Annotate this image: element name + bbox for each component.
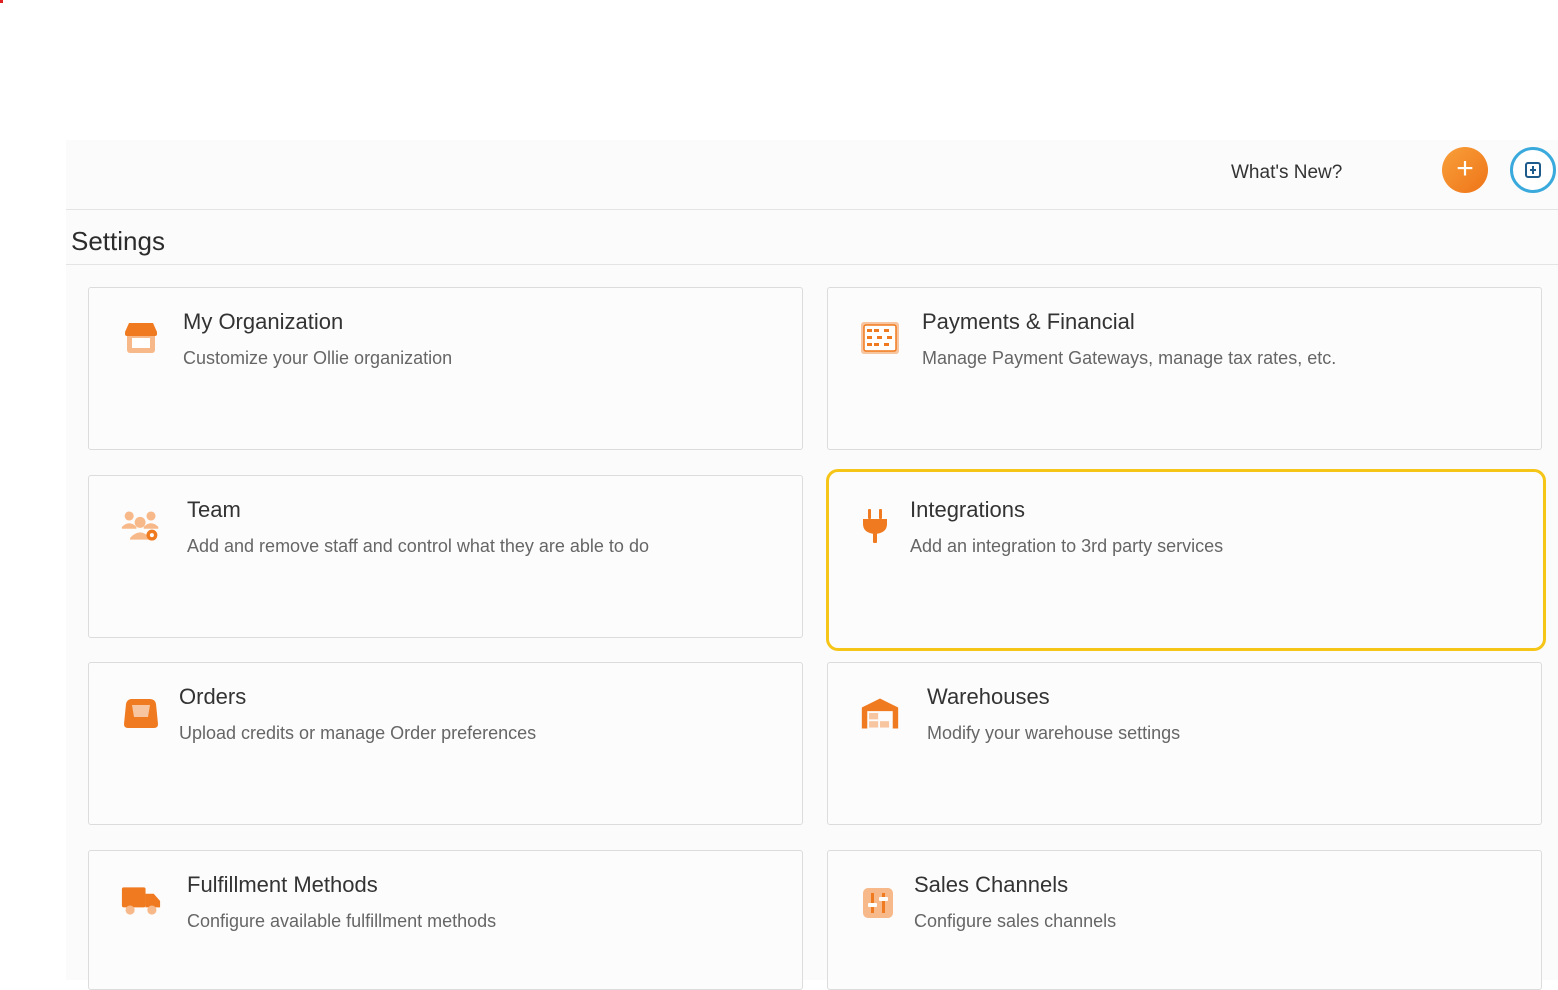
card-title: Integrations [910,497,1025,522]
card-description: Customize your Ollie organization [183,348,453,368]
team-settings-icon [121,506,161,546]
corner-marker [0,0,3,3]
delivery-truck-icon [121,881,161,921]
user-logo-icon [1525,162,1541,178]
card-warehouses[interactable]: Warehouses Modify your warehouse setting… [827,662,1542,825]
plug-icon [855,506,895,546]
card-title: Warehouses [927,684,1050,709]
card-description: Configure sales channels [914,911,1117,931]
card-team[interactable]: Team Add and remove staff and control wh… [88,475,803,638]
storefront-icon [121,318,161,358]
card-title: Orders [179,684,247,709]
channel-sliders-icon [858,883,898,923]
card-description: Add an integration to 3rd party services [910,536,1224,556]
card-orders[interactable]: Orders Upload credits or manage Order pr… [88,662,803,825]
card-fulfillment-methods[interactable]: Fulfillment Methods Configure available … [88,850,803,990]
avatar[interactable] [1510,147,1556,193]
card-title: Team [187,497,241,522]
card-integrations[interactable]: Integrations Add an integration to 3rd p… [826,469,1546,651]
card-description: Manage Payment Gateways, manage tax rate… [922,348,1337,368]
card-description: Modify your warehouse settings [927,723,1181,743]
card-description: Add and remove staff and control what th… [187,536,649,556]
page-title: Settings [71,226,165,256]
card-title: My Organization [183,309,344,334]
warehouse-icon [860,693,900,733]
add-button[interactable]: + [1442,147,1488,193]
card-description: Upload credits or manage Order preferenc… [179,723,537,743]
inbox-tray-icon [121,693,161,733]
card-title: Payments & Financial [922,309,1135,334]
app-frame: What's New? + Settings My Organization C… [66,140,1558,990]
card-description: Configure available fulfillment methods [187,911,497,931]
top-bar: What's New? + [66,140,1558,210]
card-payments-financial[interactable]: Payments & Financial Manage Payment Gate… [827,287,1542,450]
card-sales-channels[interactable]: Sales Channels Configure sales channels [827,850,1542,990]
abacus-icon [860,318,900,358]
whats-new-link[interactable]: What's New? [1231,162,1342,184]
page-header: Settings [66,210,1558,265]
card-title: Sales Channels [914,872,1069,897]
card-my-organization[interactable]: My Organization Customize your Ollie org… [88,287,803,450]
card-title: Fulfillment Methods [187,872,378,897]
